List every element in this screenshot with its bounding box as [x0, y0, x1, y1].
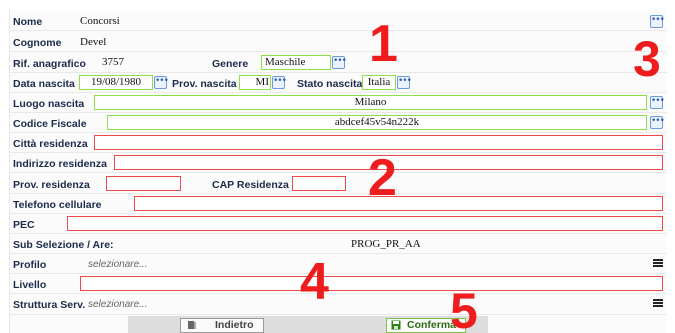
luogo-nascita-value: Milano	[354, 96, 387, 108]
data-nascita-label: Data nascita	[13, 78, 75, 90]
struttura-select[interactable]: selezionare...	[88, 299, 147, 310]
codice-fiscale-field[interactable]: abdcef45v54n222k	[107, 115, 647, 130]
genere-value: Maschile	[265, 56, 306, 68]
prov-residenza-label: Prov. residenza	[13, 179, 90, 191]
back-button-label: Indietro	[215, 319, 254, 331]
nome-value: Concorsi	[80, 15, 120, 27]
prov-nascita-field[interactable]: MI	[239, 75, 271, 90]
pec-field[interactable]	[67, 216, 663, 231]
door-icon	[188, 321, 196, 329]
livello-label: Livello	[13, 279, 47, 291]
codice-fiscale-label: Codice Fiscale	[13, 118, 87, 130]
profilo-select[interactable]: selezionare...	[88, 259, 147, 270]
rif-anagrafico-label: Rif. anagrafico	[13, 58, 86, 70]
profilo-menu-icon[interactable]	[653, 259, 663, 267]
nome-lookup-icon[interactable]: •••	[650, 15, 665, 28]
profilo-label: Profilo	[13, 259, 47, 271]
back-button[interactable]: Indietro	[180, 318, 264, 333]
prov-nascita-lookup-icon[interactable]: •••	[272, 76, 287, 89]
cognome-label: Cognome	[13, 37, 62, 49]
annotation-5: 5	[450, 283, 478, 333]
pec-label: PEC	[13, 219, 35, 231]
prov-nascita-value: MI	[255, 76, 269, 88]
citta-residenza-label: Città residenza	[13, 138, 88, 150]
telefono-cellulare-label: Telefono cellulare	[13, 199, 102, 211]
livello-field[interactable]	[80, 276, 663, 291]
luogo-nascita-label: Luogo nascita	[13, 98, 85, 110]
nome-label: Nome	[13, 16, 43, 28]
cap-residenza-label: CAP Residenza	[212, 179, 289, 191]
genere-lookup-icon[interactable]: •••	[332, 56, 347, 69]
genere-label: Genere	[212, 58, 249, 70]
stato-nascita-field[interactable]: Italia	[362, 75, 396, 90]
data-nascita-calendar-icon[interactable]: •••	[154, 76, 169, 89]
struttura-label: Struttura Serv.	[13, 299, 86, 311]
cognome-value: Devel	[80, 36, 107, 48]
annotation-3: 3	[633, 31, 661, 87]
stato-nascita-label: Stato nascita	[297, 78, 363, 90]
row-cognome	[9, 32, 667, 52]
prov-residenza-field[interactable]	[106, 176, 181, 191]
prov-nascita-label: Prov. nascita	[172, 78, 237, 90]
data-nascita-value: 19/08/1980	[90, 76, 142, 88]
stato-nascita-lookup-icon[interactable]: •••	[397, 76, 412, 89]
cap-residenza-field[interactable]	[292, 176, 346, 191]
stato-nascita-value: Italia	[367, 76, 391, 88]
luogo-nascita-field[interactable]: Milano	[94, 95, 647, 110]
luogo-nascita-lookup-icon[interactable]: •••	[650, 96, 665, 109]
codice-fiscale-lookup-icon[interactable]: •••	[650, 116, 665, 129]
save-icon	[391, 320, 401, 330]
genere-select[interactable]: Maschile	[261, 55, 331, 70]
data-nascita-field[interactable]: 19/08/1980	[79, 75, 153, 90]
confirm-button-label: Conferma	[407, 319, 457, 331]
sub-selezione-value: PROG_PR_AA	[351, 238, 421, 250]
telefono-cellulare-field[interactable]	[134, 196, 663, 211]
sub-selezione-label: Sub Selezione / Are:	[13, 239, 114, 251]
annotation-2: 2	[368, 149, 397, 207]
struttura-menu-icon[interactable]	[653, 299, 663, 307]
annotation-1: 1	[369, 15, 398, 73]
rif-anagrafico-value: 3757	[102, 56, 124, 68]
annotation-4: 4	[300, 253, 329, 311]
indirizzo-residenza-label: Indirizzo residenza	[13, 158, 107, 170]
codice-fiscale-value: abdcef45v54n222k	[334, 116, 420, 128]
citta-residenza-field[interactable]	[94, 135, 663, 150]
